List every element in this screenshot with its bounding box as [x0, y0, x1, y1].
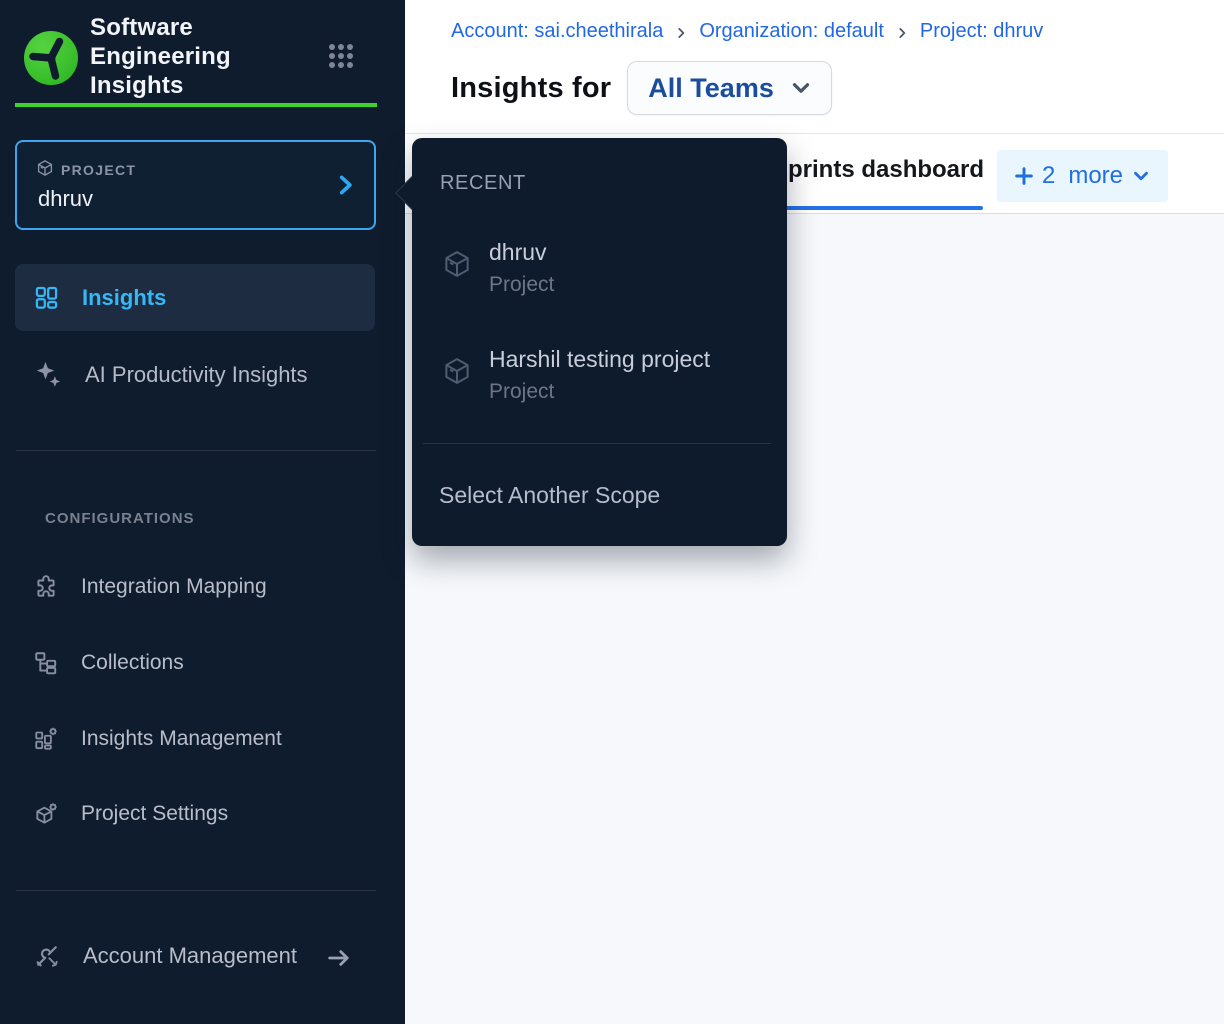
- dashboard-gear-icon: [33, 726, 59, 752]
- sparkles-icon: [33, 360, 63, 390]
- scope-item-harshil-testing-project[interactable]: Harshil testing project Project: [442, 345, 710, 404]
- sei-logo-icon: [22, 29, 80, 87]
- sidebar-item-insights-management[interactable]: Insights Management: [15, 713, 375, 765]
- configurations-section-label: CONFIGURATIONS: [45, 510, 195, 527]
- scope-item-name: dhruv: [489, 238, 554, 266]
- sidebar-item-collections[interactable]: Collections: [15, 637, 375, 689]
- app-grid-icon[interactable]: [327, 42, 355, 70]
- insights-dashboard-icon: [33, 284, 60, 311]
- cube-gear-icon: [33, 801, 59, 827]
- more-tabs-dropdown[interactable]: 2 more: [997, 150, 1168, 202]
- page-title: Insights for: [451, 72, 611, 105]
- breadcrumb-account-link[interactable]: Account: sai.cheethirala: [451, 20, 663, 43]
- project-cube-icon: [36, 159, 54, 177]
- brand-divider: [15, 103, 377, 107]
- team-selector-value: All Teams: [648, 73, 774, 104]
- sidebar-item-insights[interactable]: Insights: [15, 264, 375, 331]
- app-root: Software Engineering Insights PROJECT dh…: [0, 0, 1224, 1024]
- sidebar-divider: [16, 450, 376, 451]
- project-cube-icon: [442, 249, 472, 297]
- sidebar: Software Engineering Insights PROJECT dh…: [0, 0, 405, 1024]
- more-tabs-count: 2: [1042, 162, 1055, 190]
- puzzle-icon: [33, 574, 59, 600]
- team-selector-dropdown[interactable]: All Teams: [627, 61, 832, 115]
- project-scope-name: dhruv: [38, 186, 93, 212]
- breadcrumb: Account: sai.cheethirala Organization: d…: [451, 20, 1043, 43]
- chevron-down-icon: [1130, 165, 1152, 187]
- sidebar-item-account-management[interactable]: Account Management: [15, 928, 375, 984]
- app-title: Software Engineering Insights: [90, 13, 275, 100]
- sidebar-item-label: AI Productivity Insights: [85, 362, 308, 388]
- recent-section-label: RECENT: [440, 172, 526, 195]
- scope-item-type: Project: [489, 273, 554, 297]
- sidebar-item-label: Insights Management: [81, 727, 282, 751]
- breadcrumb-project-link[interactable]: Project: dhruv: [920, 20, 1043, 43]
- scope-item-dhruv[interactable]: dhruv Project: [442, 238, 554, 297]
- hierarchy-icon: [33, 650, 59, 676]
- chevron-down-icon: [788, 75, 814, 101]
- page-header: Account: sai.cheethirala Organization: d…: [405, 0, 1224, 134]
- breadcrumb-organization-link[interactable]: Organization: default: [699, 20, 884, 43]
- project-scope-label: PROJECT: [61, 162, 136, 178]
- chevron-right-icon: [895, 26, 909, 40]
- sidebar-divider: [16, 890, 376, 891]
- sidebar-item-project-settings[interactable]: Project Settings: [15, 788, 375, 840]
- plus-icon: [1013, 165, 1035, 187]
- scope-selector-popover: RECENT dhruv Project: [412, 138, 787, 546]
- sidebar-item-label: Integration Mapping: [81, 575, 267, 599]
- popover-divider: [423, 443, 771, 444]
- sidebar-item-integration-mapping[interactable]: Integration Mapping: [15, 561, 375, 613]
- chevron-right-icon: [674, 26, 688, 40]
- arrow-right-icon: [325, 944, 353, 972]
- scope-item-name: Harshil testing project: [489, 345, 710, 373]
- page-title-row: Insights for All Teams: [451, 61, 832, 115]
- project-scope-card[interactable]: PROJECT dhruv: [15, 140, 376, 230]
- tab-sprints-dashboard[interactable]: prints dashboard: [788, 156, 984, 184]
- sidebar-item-label: Collections: [81, 651, 184, 675]
- sidebar-item-label: Project Settings: [81, 802, 228, 826]
- sidebar-item-label: Insights: [82, 285, 166, 311]
- chevron-right-icon: [332, 172, 358, 198]
- active-tab-indicator: [755, 206, 983, 210]
- sidebar-item-label: Account Management: [83, 943, 297, 969]
- more-tabs-label: more: [1068, 162, 1123, 190]
- scope-item-type: Project: [489, 380, 710, 404]
- sidebar-item-ai-productivity-insights[interactable]: AI Productivity Insights: [15, 341, 375, 408]
- select-another-scope-button[interactable]: Select Another Scope: [439, 482, 660, 509]
- tools-icon: [33, 942, 61, 970]
- project-cube-icon: [442, 356, 472, 404]
